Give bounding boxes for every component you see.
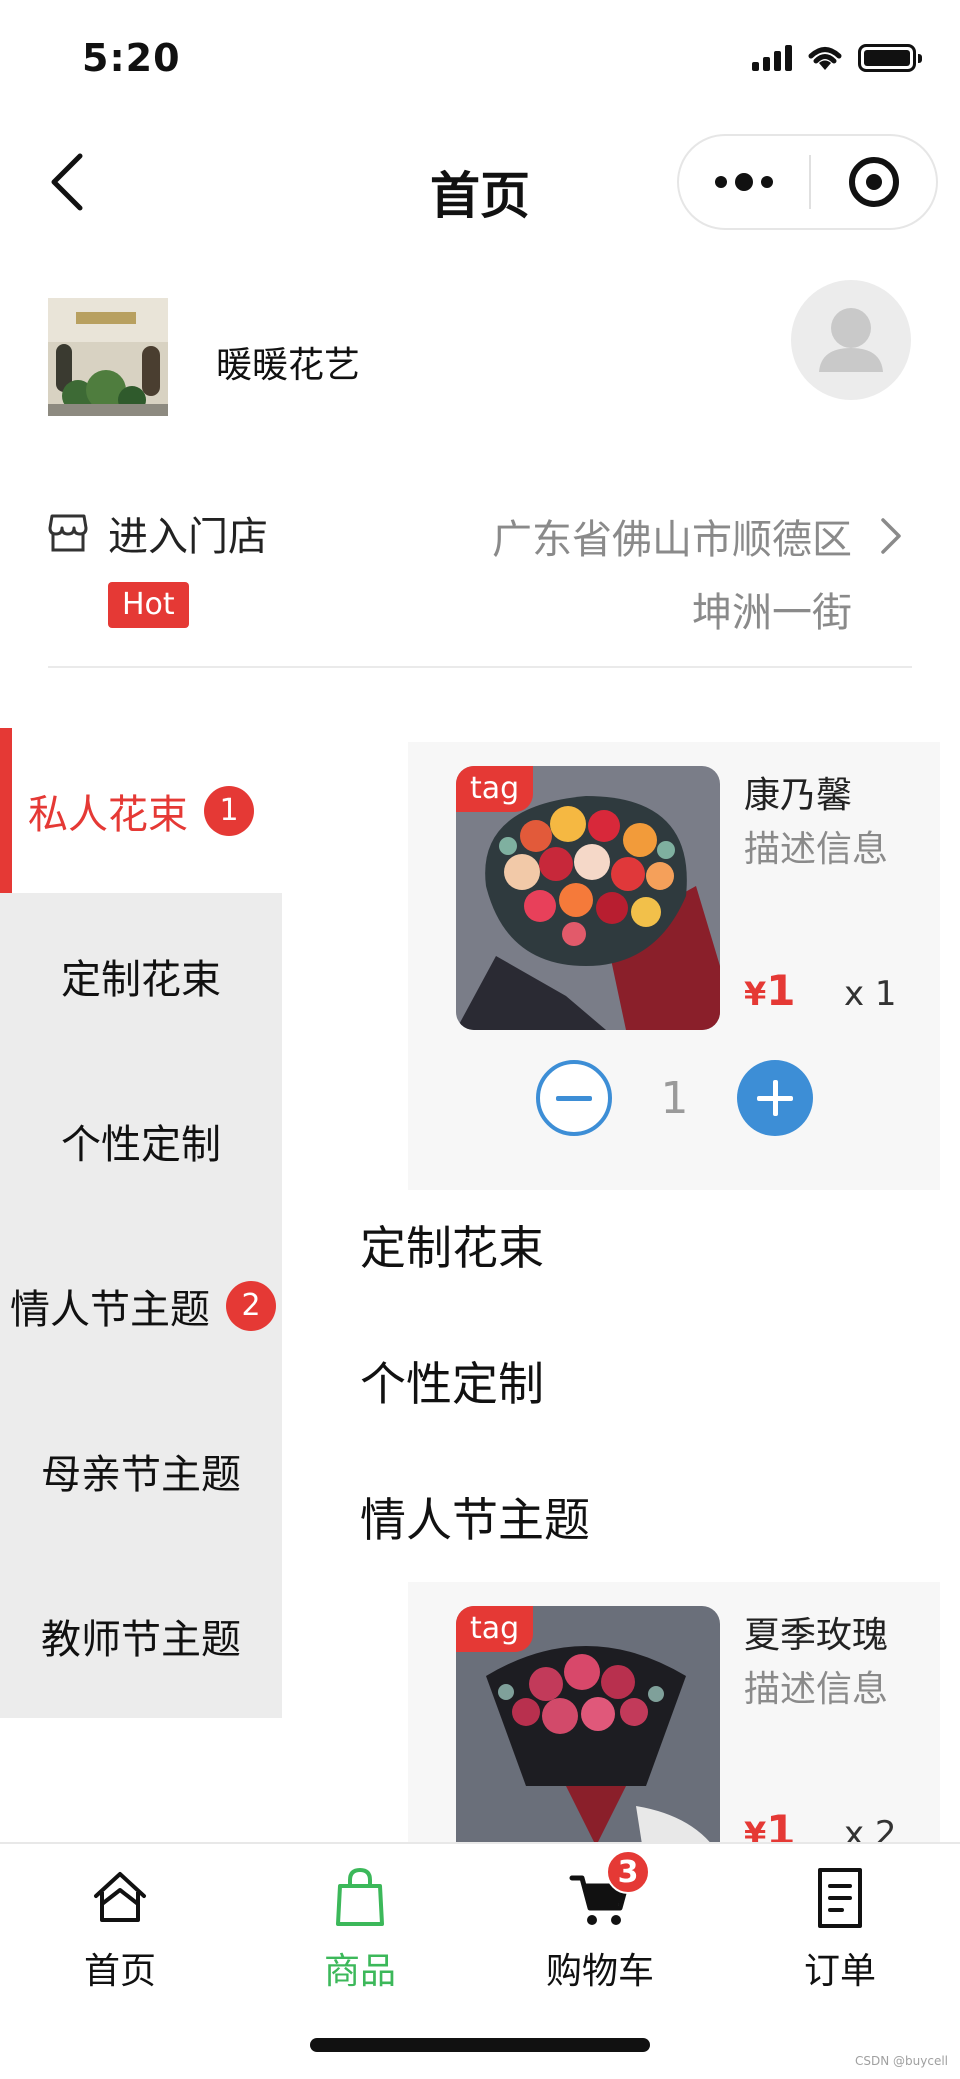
order-icon bbox=[818, 1868, 862, 1928]
shop-logo bbox=[48, 298, 168, 416]
sidebar-item-private-bouquet[interactable]: 私人花束 1 bbox=[0, 728, 282, 893]
product-price: ¥1 bbox=[744, 966, 796, 1015]
sidebar-item-label: 个性定制 bbox=[61, 1121, 221, 1168]
status-bar: 5:20 bbox=[0, 0, 960, 120]
product-card[interactable]: tag 康乃馨 描述信息 ¥1 x 1 1 bbox=[408, 742, 940, 1190]
tab-label: 首页 bbox=[83, 1951, 156, 1992]
product-image: tag bbox=[456, 1606, 720, 1870]
sidebar-item-mothers-day[interactable]: 母亲节主题 bbox=[0, 1388, 282, 1553]
product-tag: tag bbox=[456, 766, 534, 812]
tab-label: 购物车 bbox=[545, 1951, 654, 1992]
tab-products[interactable]: 商品 bbox=[240, 1866, 480, 2016]
section-title-custom-bouquet: 定制花束 bbox=[360, 1221, 544, 1275]
enter-store-label: 进入门店 bbox=[108, 514, 268, 560]
sidebar-item-valentines[interactable]: 情人节主题 2 bbox=[0, 1223, 282, 1388]
product-image: tag bbox=[456, 766, 720, 1030]
product-card[interactable]: tag 夏季玫瑰 描述信息 ¥1 x 2 bbox=[408, 1582, 940, 1870]
product-description: 描述信息 bbox=[744, 1669, 889, 1710]
sidebar-item-custom-bouquet[interactable]: 定制花束 bbox=[0, 893, 282, 1058]
status-icons bbox=[752, 44, 922, 72]
section-title-personal-custom: 个性定制 bbox=[360, 1357, 544, 1411]
sidebar-item-personal-custom[interactable]: 个性定制 bbox=[0, 1058, 282, 1223]
wifi-icon bbox=[808, 47, 842, 70]
battery-icon bbox=[858, 44, 922, 72]
minus-icon bbox=[556, 1095, 592, 1101]
product-name: 康乃馨 bbox=[744, 775, 853, 816]
shopping-bag-icon bbox=[336, 1867, 384, 1926]
count-badge: 1 bbox=[204, 785, 254, 836]
sidebar-item-label: 定制花束 bbox=[61, 956, 221, 1003]
cart-count-badge: 3 bbox=[606, 1850, 650, 1894]
user-icon bbox=[819, 308, 883, 372]
decrease-quantity-button[interactable] bbox=[536, 1060, 612, 1136]
chevron-right-icon bbox=[881, 518, 901, 554]
currency-symbol: ¥ bbox=[744, 975, 767, 1013]
sidebar-item-label: 母亲节主题 bbox=[41, 1451, 241, 1498]
count-badge: 2 bbox=[226, 1280, 276, 1331]
increase-quantity-button[interactable] bbox=[737, 1060, 813, 1136]
watermark: CSDN @buycell bbox=[855, 2054, 948, 2068]
shop-name: 暖暖花艺 bbox=[216, 345, 361, 386]
status-time: 5:20 bbox=[82, 36, 181, 80]
section-title-valentines: 情人节主题 bbox=[360, 1493, 590, 1547]
close-mini-program-button[interactable] bbox=[811, 136, 936, 228]
product-description: 描述信息 bbox=[744, 829, 889, 870]
navigation-bar: 首页 bbox=[0, 120, 960, 250]
sidebar-item-label: 私人花束 bbox=[28, 791, 188, 838]
mini-program-capsule bbox=[677, 134, 938, 230]
store-address: 广东省佛山市顺德区坤洲一街 bbox=[492, 517, 852, 636]
hot-badge: Hot bbox=[108, 582, 189, 628]
home-indicator bbox=[310, 2038, 650, 2052]
product-tag: tag bbox=[456, 1606, 534, 1652]
product-quantity-label: x 1 bbox=[844, 974, 897, 1014]
tab-label: 商品 bbox=[323, 1951, 396, 1992]
cellular-signal-icon bbox=[752, 45, 792, 71]
more-options-button[interactable] bbox=[679, 136, 809, 228]
tab-home[interactable]: 首页 bbox=[0, 1866, 240, 2016]
tab-cart[interactable]: 3 购物车 bbox=[480, 1850, 720, 2016]
tab-label: 订单 bbox=[803, 1951, 876, 1992]
price-value: 1 bbox=[766, 966, 796, 1015]
stepper-value: 1 bbox=[660, 1072, 689, 1124]
user-avatar[interactable] bbox=[791, 280, 911, 400]
store-entry-row[interactable]: 进入门店 Hot 广东省佛山市顺德区坤洲一街 bbox=[48, 500, 912, 668]
sidebar-item-teachers-day[interactable]: 教师节主题 bbox=[0, 1553, 282, 1718]
product-name: 夏季玫瑰 bbox=[744, 1615, 889, 1656]
category-sidebar: 私人花束 1 定制花束 个性定制 情人节主题 2 母亲节主题 教师节主题 bbox=[0, 728, 282, 1718]
target-icon bbox=[848, 157, 899, 207]
cart-icon-wrapper: 3 bbox=[568, 1850, 650, 1930]
home-icon bbox=[94, 1872, 146, 1922]
plus-icon-vertical bbox=[773, 1080, 778, 1116]
quantity-stepper: 1 bbox=[536, 1060, 813, 1136]
sidebar-item-label: 教师节主题 bbox=[41, 1616, 241, 1663]
sidebar-item-label: 情人节主题 bbox=[10, 1286, 210, 1333]
store-icon bbox=[48, 514, 88, 552]
tab-orders[interactable]: 订单 bbox=[720, 1866, 960, 2016]
